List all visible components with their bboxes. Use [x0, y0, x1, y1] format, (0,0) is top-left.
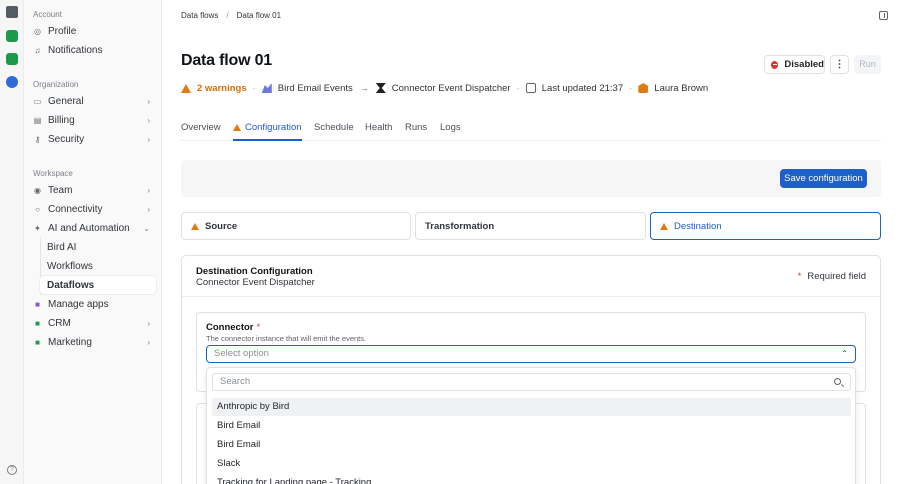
tab-logs[interactable]: Logs: [440, 121, 461, 141]
chevron-down-icon: ⌄: [143, 223, 150, 233]
sidebar-item-notifications[interactable]: ♫ Notifications: [28, 41, 156, 59]
arrow-right-icon: →: [359, 83, 369, 93]
warnings-link[interactable]: 2 warnings: [197, 83, 247, 94]
sparkle-icon: ✦: [34, 223, 41, 233]
section-title-account: Account: [33, 10, 62, 19]
section-title-organization: Organization: [33, 80, 79, 89]
key-icon: ⚷: [34, 134, 41, 144]
bell-icon: ♫: [34, 45, 41, 55]
more-actions-button[interactable]: ⋮: [830, 55, 849, 74]
settings-sidebar: Account ◎ Profile ♫ Notifications Organi…: [24, 0, 162, 484]
dropdown-option[interactable]: Slack: [212, 455, 851, 473]
status-toggle-button[interactable]: Disabled: [764, 55, 825, 74]
panel-toggle-icon[interactable]: [879, 11, 888, 20]
warning-icon: [181, 83, 191, 93]
dropdown-option[interactable]: Anthropic by Bird: [212, 398, 851, 416]
marketing-icon: ■: [35, 337, 40, 347]
shield-icon: ◉: [34, 185, 41, 195]
warning-icon: [233, 124, 241, 131]
tab-health[interactable]: Health: [365, 121, 392, 141]
step-destination[interactable]: Destination: [650, 212, 881, 240]
credit-card-icon: ▤: [33, 115, 42, 125]
sidebar-item-bird-ai[interactable]: Bird AI: [40, 238, 156, 256]
card-subtitle: Connector Event Dispatcher: [196, 277, 315, 288]
dataflow-tabs: Overview Configuration Schedule Health R…: [181, 121, 881, 141]
meta-destination: Connector Event Dispatcher: [391, 82, 511, 94]
connectivity-icon: ○: [35, 204, 40, 214]
sidebar-item-profile[interactable]: ◎ Profile: [28, 22, 156, 40]
tab-overview[interactable]: Overview: [181, 121, 221, 141]
connector-help-text: The connector instance that will emit th…: [206, 334, 367, 343]
app-icon-green-2[interactable]: [6, 53, 18, 65]
sidebar-item-security[interactable]: ⚷ Security ›: [28, 130, 156, 148]
app-rail: ?: [0, 0, 24, 484]
sidebar-item-general[interactable]: ▭ General ›: [28, 92, 156, 110]
chevron-right-icon: ›: [147, 115, 150, 125]
breadcrumb-separator: /: [226, 11, 229, 20]
tab-schedule[interactable]: Schedule: [314, 121, 354, 141]
required-field-note: * Required field: [797, 271, 866, 282]
chevron-right-icon: ›: [147, 185, 150, 195]
dropdown-option[interactable]: Bird Email: [212, 436, 851, 454]
chevron-right-icon: ›: [147, 134, 150, 144]
save-configuration-button[interactable]: Save configuration: [780, 169, 867, 188]
sidebar-item-connectivity[interactable]: ○ Connectivity ›: [28, 200, 156, 218]
calendar-icon: [525, 83, 536, 93]
warning-icon: [191, 222, 199, 230]
sidebar-item-team[interactable]: ◉ Team ›: [28, 181, 156, 199]
search-icon: [834, 378, 841, 385]
dataflow-meta: 2 warnings · Bird Email Events → Connect…: [181, 82, 708, 94]
folder-icon: ▭: [33, 96, 42, 106]
tab-runs[interactable]: Runs: [405, 121, 427, 141]
home-icon[interactable]: [6, 6, 18, 18]
chevron-right-icon: ›: [147, 337, 150, 347]
apps-grid-icon: ■: [35, 299, 40, 309]
warning-icon: [660, 222, 668, 230]
page-title: Data flow 01: [181, 52, 272, 69]
disabled-status-icon: [771, 60, 779, 69]
section-title-workspace: Workspace: [33, 169, 73, 178]
app-icon-green[interactable]: [6, 30, 18, 42]
breadcrumb: Data flows / Data flow 01: [181, 11, 281, 20]
sidebar-item-marketing[interactable]: ■ Marketing ›: [28, 333, 156, 351]
card-title: Destination Configuration: [196, 266, 313, 277]
chevron-right-icon: ›: [147, 204, 150, 214]
sidebar-item-workflows[interactable]: Workflows: [40, 257, 156, 275]
breadcrumb-data-flows[interactable]: Data flows: [181, 11, 218, 20]
meta-updated: Last updated 21:37: [541, 82, 624, 94]
meta-source: Bird Email Events: [277, 82, 353, 94]
crm-icon: ■: [35, 318, 40, 328]
app-icon-blue[interactable]: [6, 76, 18, 88]
connector-label: Connector *: [206, 322, 261, 333]
help-icon[interactable]: ?: [7, 465, 17, 475]
chevron-right-icon: ›: [147, 318, 150, 328]
owner-avatar-icon: [638, 83, 649, 93]
tab-configuration[interactable]: Configuration: [233, 121, 302, 141]
sidebar-item-ai-automation[interactable]: ✦ AI and Automation ⌄: [28, 219, 156, 237]
meta-owner: Laura Brown: [654, 82, 709, 94]
dropdown-option[interactable]: Tracking for Landing page - Tracking: [212, 474, 851, 484]
save-bar: [181, 160, 881, 197]
sidebar-item-manage-apps[interactable]: ■ Manage apps: [28, 295, 156, 313]
step-source[interactable]: Source: [181, 212, 411, 240]
sidebar-item-dataflows[interactable]: Dataflows: [40, 276, 156, 294]
connector-icon: [375, 83, 386, 93]
run-button[interactable]: Run: [854, 55, 881, 74]
chevron-right-icon: ›: [147, 96, 150, 106]
sidebar-item-crm[interactable]: ■ CRM ›: [28, 314, 156, 332]
dropdown-search-input[interactable]: Search: [212, 373, 851, 391]
chevron-up-icon: ⌃: [841, 349, 848, 358]
user-circle-icon: ◎: [34, 26, 41, 36]
sidebar-item-billing[interactable]: ▤ Billing ›: [28, 111, 156, 129]
breadcrumb-current: Data flow 01: [236, 11, 282, 20]
dropdown-option[interactable]: Bird Email: [212, 417, 851, 435]
bird-email-icon: [261, 83, 272, 93]
connector-select[interactable]: Select option ⌃: [206, 345, 856, 363]
step-transformation[interactable]: Transformation: [415, 212, 646, 240]
divider: [182, 296, 880, 297]
connector-dropdown: Search Anthropic by Bird Bird Email Bird…: [206, 367, 856, 484]
